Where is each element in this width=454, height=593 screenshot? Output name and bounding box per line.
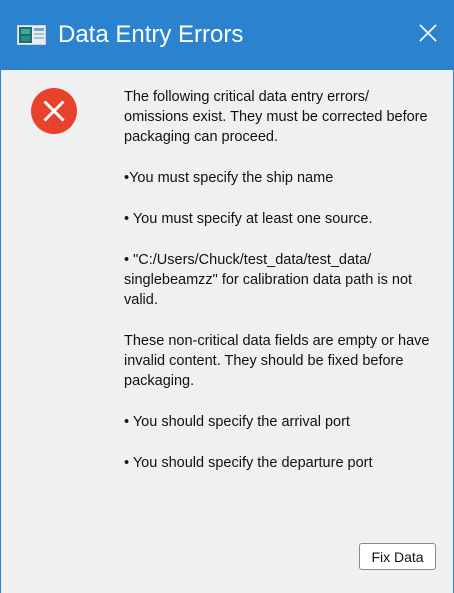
close-icon [419,24,437,42]
noncritical-intro-text: These non-critical data fields are empty… [124,333,430,389]
dialog-body: The following critical data entry errors… [1,70,453,593]
close-button[interactable] [415,20,441,46]
critical-error-item: • "C:/Users/Chuck/test_data/test_data/ s… [124,252,413,308]
noncritical-error-item: • You should specify the departure port [124,455,373,471]
fix-data-button[interactable]: Fix Data [359,543,436,570]
window-title: Data Entry Errors [58,21,244,48]
critical-error-item: •You must specify the ship name [124,170,334,186]
critical-error-item: • You must specify at least one source. [124,211,373,227]
dialog-window: Data Entry Errors The following critical… [0,0,454,593]
title-bar[interactable]: Data Entry Errors [1,0,454,70]
app-window-icon [17,25,46,45]
noncritical-error-item: • You should specify the arrival port [124,414,350,430]
error-icon [30,87,78,135]
critical-intro-text: The following critical data entry errors… [124,89,428,145]
error-message: The following critical data entry errors… [124,87,430,494]
